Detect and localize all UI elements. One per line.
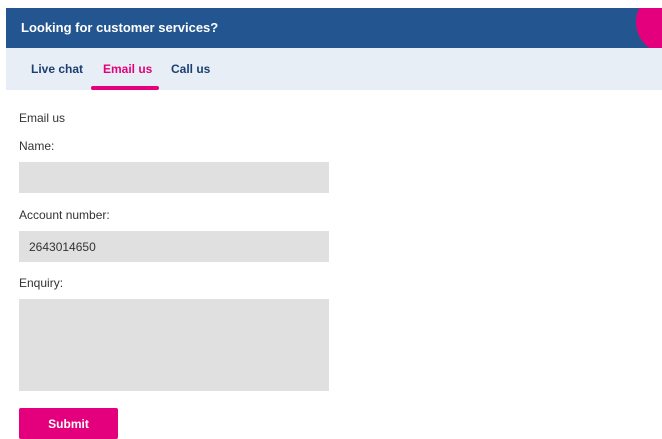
tab-strip: Live chat Email us Call us — [6, 48, 662, 90]
name-label: Name: — [19, 139, 55, 153]
name-input[interactable] — [19, 162, 329, 193]
account-number-input[interactable] — [19, 231, 329, 262]
enquiry-textarea[interactable] — [19, 299, 329, 391]
enquiry-label: Enquiry: — [19, 276, 64, 290]
header-bar: Looking for customer services? — [6, 8, 662, 48]
header-title: Looking for customer services? — [21, 20, 219, 35]
tab-email-us[interactable]: Email us — [103, 48, 152, 90]
tab-call-us[interactable]: Call us — [171, 48, 210, 90]
form-heading: Email us — [19, 111, 66, 125]
account-number-label: Account number: — [19, 208, 110, 222]
tab-live-chat[interactable]: Live chat — [31, 48, 83, 90]
active-tab-indicator — [91, 86, 159, 90]
decorative-corner-circle — [636, 8, 662, 48]
submit-button[interactable]: Submit — [19, 408, 118, 439]
